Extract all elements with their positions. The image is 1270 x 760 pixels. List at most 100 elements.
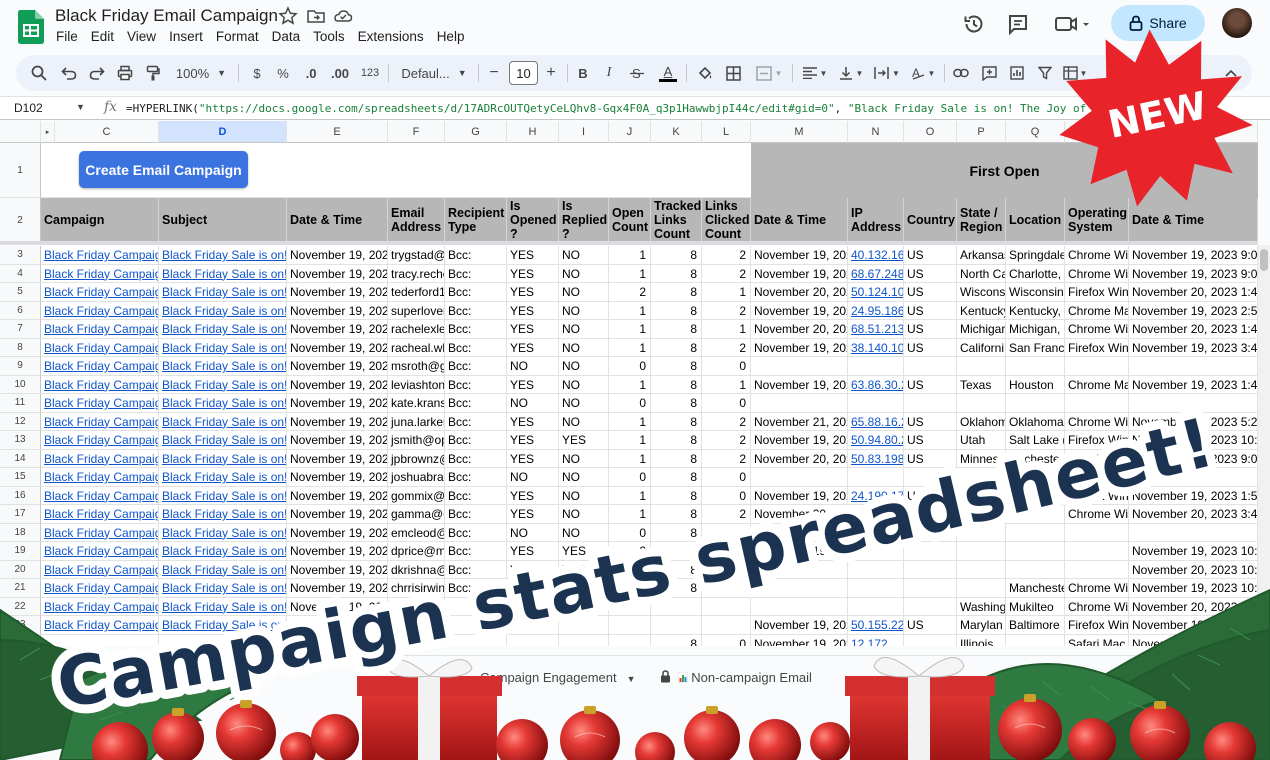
table-cell[interactable] [559,616,609,635]
table-cell[interactable]: November 19, 2023 [751,246,848,265]
increase-decimal-button[interactable]: .00 [328,55,352,91]
table-cell[interactable]: North Ca [957,264,1006,283]
table-cell[interactable]: 50.124.10 [848,283,904,302]
table-cell[interactable]: 0 [609,468,651,487]
table-cell[interactable]: 0 [609,357,651,376]
table-cell[interactable]: NO [559,486,609,505]
table-cell[interactable] [445,597,507,616]
row-number[interactable]: 10 [0,375,41,394]
table-cell[interactable] [1065,468,1129,487]
table-cell[interactable]: Black Friday Sale is on! [159,264,287,283]
table-cell[interactable]: November 19, 2023 [751,486,848,505]
table-cell[interactable]: 8 [651,283,702,302]
row-number[interactable]: 1 [0,143,41,198]
table-cell[interactable]: Black Friday Sale is on! [159,375,287,394]
table-cell[interactable]: Oklahoma [1006,412,1065,431]
row-number[interactable]: 7 [0,320,41,339]
table-cell[interactable] [848,597,904,616]
column-header-q[interactable]: Q [1006,121,1065,143]
table-cell[interactable] [904,597,957,616]
table-cell[interactable]: Wiscons [957,283,1006,302]
table-cell[interactable]: 2 [702,412,751,431]
table-cell[interactable] [957,357,1006,376]
table-cell[interactable]: 1 [609,320,651,339]
sheets-logo-icon[interactable] [18,10,44,44]
row-number[interactable]: 5 [0,283,41,302]
table-cell[interactable]: jpbrownz@ [388,449,445,468]
table-cell[interactable]: November 19, 2023 [287,412,388,431]
table-cell[interactable]: November 19, 2023 [287,542,388,561]
table-cell[interactable]: YES [507,431,559,450]
table-cell[interactable]: 8 [651,468,702,487]
table-cell[interactable] [848,468,904,487]
table-cell[interactable]: November 19, 2023 [287,283,388,302]
table-cell[interactable]: November 19, 2023 [751,634,848,646]
column-header-n[interactable]: N [848,121,904,143]
table-cell[interactable]: Chrome Wi [1065,597,1129,616]
table-cell[interactable] [388,634,445,646]
table-cell[interactable]: US [904,283,957,302]
table-cell[interactable]: Bcc: [445,375,507,394]
table-cell[interactable]: Black Friday Sale is on! [159,283,287,302]
redo-icon[interactable] [86,55,108,91]
row-number[interactable]: 3 [0,246,41,265]
table-cell[interactable]: YES [507,283,559,302]
table-cell[interactable] [702,597,751,616]
row-number[interactable]: 14 [0,449,41,468]
row-number[interactable]: 17 [0,505,41,524]
table-cell[interactable]: 2 [702,246,751,265]
table-cell[interactable]: Oklahom [957,412,1006,431]
table-cell[interactable] [609,579,651,598]
table-cell[interactable]: YES [507,505,559,524]
table-cell[interactable]: November 19, 2023 [287,597,388,616]
font-select[interactable]: Defaul... ▼ [398,55,470,91]
table-cell[interactable]: 63.86.30.2 [848,375,904,394]
table-cell[interactable]: 0 [702,634,751,646]
table-cell[interactable]: NO [559,357,609,376]
table-cell[interactable]: Black Friday Sale is on! [159,597,287,616]
table-cell[interactable]: 1 [609,338,651,357]
table-cell[interactable]: 8 [651,246,702,265]
table-cell[interactable]: Chrome Ma [1065,375,1129,394]
table-cell[interactable]: Black Friday Sale is on! [159,523,287,542]
version-history-icon[interactable] [962,12,986,36]
table-cell[interactable]: NO [559,338,609,357]
table-cell[interactable]: NO [507,357,559,376]
table-cell[interactable]: 8 [651,412,702,431]
table-cell[interactable]: Bcc: [445,560,507,579]
table-cell[interactable]: msroth@g [388,357,445,376]
table-cell[interactable]: Utah [957,431,1006,450]
table-cell[interactable]: Black Friday Sale is on! [159,616,287,635]
table-cell[interactable] [159,634,287,646]
table-cell[interactable] [559,634,609,646]
table-cell[interactable]: November 19, 2023 [287,431,388,450]
table-cell[interactable]: Manchester [1006,579,1065,598]
vertical-scrollbar[interactable] [1258,245,1270,645]
table-cell[interactable]: YES [507,338,559,357]
table-cell[interactable]: San Franci [1006,338,1065,357]
table-cell[interactable]: Baltimore [1006,616,1065,635]
table-cell[interactable]: 0 [609,394,651,413]
table-cell[interactable] [904,579,957,598]
table-cell[interactable]: 12.172 [848,634,904,646]
table-cell[interactable] [1006,560,1065,579]
table-cell[interactable] [507,616,559,635]
font-size-input[interactable]: 10 [509,61,538,85]
table-cell[interactable]: November 19, 2023 [287,560,388,579]
table-cell[interactable]: Chrome Wi [1065,246,1129,265]
table-cell[interactable] [751,597,848,616]
table-cell[interactable] [388,616,445,635]
decrease-font-size-icon[interactable]: − [486,55,502,91]
table-cell[interactable]: chrrisirwin [388,579,445,598]
scrollbar-thumb[interactable] [1260,249,1268,271]
column-header[interactable] [1129,121,1258,143]
table-cell[interactable]: US [904,320,957,339]
table-cell[interactable] [957,542,1006,561]
table-cell[interactable]: jsmith@op [388,431,445,450]
table-cell[interactable]: US [904,375,957,394]
table-cell[interactable]: US [904,412,957,431]
row-number[interactable]: 4 [0,264,41,283]
menu-data[interactable]: Data [272,29,301,44]
table-cell[interactable] [957,579,1006,598]
table-cell[interactable]: 1 [609,505,651,524]
